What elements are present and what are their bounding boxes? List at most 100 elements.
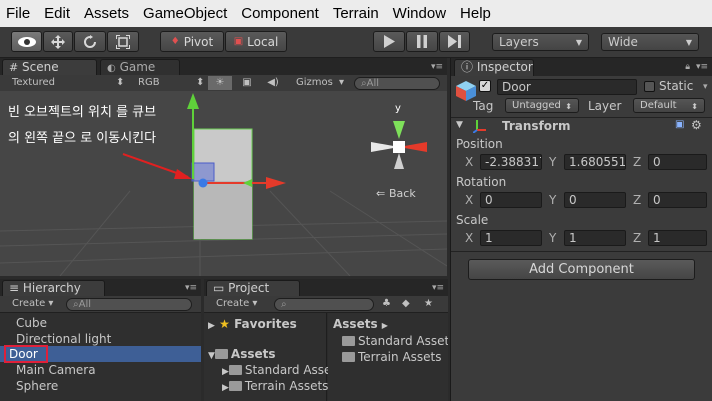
menu-help[interactable]: Help xyxy=(460,5,491,22)
hierarchy-item-main-camera[interactable]: Main Camera xyxy=(0,362,201,378)
position-z-field[interactable]: 0 xyxy=(648,154,707,170)
chevron-down-icon: ▼ xyxy=(575,38,582,47)
scale-z-field[interactable]: 1 xyxy=(648,230,707,246)
panel-menu-icon[interactable]: ▾≡ xyxy=(431,62,443,72)
tab-game-label: Game xyxy=(119,60,156,74)
chevron-down-icon[interactable]: ▾ xyxy=(703,82,708,92)
pivot-center-handle[interactable] xyxy=(198,178,208,188)
layers-dropdown[interactable]: Layers ▼ xyxy=(492,33,589,51)
play-button[interactable] xyxy=(373,31,405,52)
pivot-plane-handle[interactable] xyxy=(191,162,215,182)
gizmo-center-cube-icon[interactable] xyxy=(393,141,405,153)
menu-edit[interactable]: Edit xyxy=(44,5,70,22)
gear-icon[interactable]: ⚙ xyxy=(691,118,702,132)
gizmo-y-neg-cone-icon[interactable] xyxy=(394,153,404,169)
menu-window[interactable]: Window xyxy=(393,5,446,22)
hierarchy-item-cube[interactable]: Cube xyxy=(0,315,201,331)
tab-project[interactable]: ▭ Project xyxy=(206,280,300,297)
tree-standard-assets[interactable]: ▶ Standard Assets xyxy=(222,363,342,379)
hierarchy-toolbar: Create ▾ ⌕All xyxy=(0,296,201,313)
hierarchy-item-door[interactable]: Door xyxy=(0,345,201,363)
tree-assets-label: Assets xyxy=(230,347,276,361)
filter-by-label-icon[interactable]: ◆ xyxy=(402,297,410,311)
local-toggle[interactable]: ▣ Local xyxy=(225,31,287,52)
tab-scene[interactable]: # Scene xyxy=(2,59,97,76)
help-book-icon[interactable]: ▣ xyxy=(675,119,684,130)
chevron-right-icon: ▶ xyxy=(381,321,388,330)
position-x-field[interactable]: -2.388317 xyxy=(480,154,542,170)
tag-dropdown[interactable]: Untagged ⬍ xyxy=(505,98,579,113)
view-tool-button[interactable] xyxy=(11,31,42,52)
scale-tool-button[interactable] xyxy=(107,31,139,52)
image-toggle-icon[interactable]: ▣ xyxy=(236,76,258,90)
audio-toggle-icon[interactable]: ◀) xyxy=(262,76,284,90)
gizmo-back-label: Back xyxy=(389,187,416,200)
render-mode-dropdown[interactable]: RGB xyxy=(138,76,160,90)
lighting-toggle-icon[interactable]: ☀ xyxy=(208,76,232,90)
hierarchy-item-sphere[interactable]: Sphere xyxy=(0,378,201,394)
hierarchy-search-input[interactable]: ⌕All xyxy=(66,298,192,311)
panel-menu-icon[interactable]: ▾≡ xyxy=(432,283,444,293)
active-checkbox[interactable]: ✓ xyxy=(479,80,491,92)
transform-title[interactable]: Transform xyxy=(502,119,570,133)
layout-dropdown[interactable]: Wide ▼ xyxy=(601,33,699,51)
scale-x-label: X xyxy=(465,231,474,245)
scale-icon xyxy=(116,34,130,49)
tab-game[interactable]: ◐ Game xyxy=(100,59,180,76)
static-checkbox[interactable] xyxy=(644,81,655,92)
hierarchy-item-directional-light[interactable]: Directional light xyxy=(0,331,201,347)
project-create-button[interactable]: Create ▾ xyxy=(216,297,257,311)
tab-hierarchy[interactable]: ≡ Hierarchy xyxy=(2,280,105,297)
lock-icon[interactable]: 🔒︎ xyxy=(685,62,690,72)
menu-bar: File Edit Assets GameObject Component Te… xyxy=(0,0,712,27)
content-folder-standard-assets[interactable]: Standard Assets xyxy=(342,334,448,348)
move-tool-button[interactable] xyxy=(43,31,73,52)
inspector-tab-bar: ⓘ Inspector 🔒︎ ▾≡ xyxy=(451,58,712,76)
menu-assets[interactable]: Assets xyxy=(84,5,129,22)
menu-terrain[interactable]: Terrain xyxy=(333,5,379,22)
filter-by-type-icon[interactable]: ♣ xyxy=(382,297,391,311)
annotation-arrowhead xyxy=(174,169,192,179)
menu-gameobject[interactable]: GameObject xyxy=(143,5,227,22)
scale-y-field[interactable]: 1 xyxy=(564,230,626,246)
rotation-z-field[interactable]: 0 xyxy=(648,192,707,208)
position-y-field[interactable]: 1.680551 xyxy=(564,154,626,170)
rotation-x-field[interactable]: 0 xyxy=(480,192,542,208)
gizmos-dropdown[interactable]: Gizmos xyxy=(296,76,333,90)
project-tab-bar: ▭ Project ▾≡ xyxy=(204,279,448,297)
folder-icon xyxy=(228,381,242,391)
inspector-panel: ⓘ Inspector 🔒︎ ▾≡ ✓ Door Static ▾ Tag Un… xyxy=(450,58,712,401)
tab-inspector[interactable]: ⓘ Inspector xyxy=(454,59,534,76)
static-label: Static xyxy=(659,79,694,93)
gizmo-y-cone-icon[interactable] xyxy=(393,121,405,139)
tree-favorites[interactable]: ▶ ★ Favorites xyxy=(208,317,297,333)
menu-component[interactable]: Component xyxy=(241,5,319,22)
tree-terrain-assets[interactable]: ▶ Terrain Assets xyxy=(222,379,328,395)
content-folder-terrain-assets[interactable]: Terrain Assets xyxy=(342,350,442,364)
orientation-gizmo[interactable] xyxy=(371,121,427,169)
panel-menu-icon[interactable]: ▾≡ xyxy=(185,283,197,293)
rotation-label: Rotation xyxy=(456,175,507,189)
rotate-tool-button[interactable] xyxy=(74,31,106,52)
x-axis-arrowhead[interactable] xyxy=(266,177,286,189)
menu-file[interactable]: File xyxy=(6,5,30,22)
object-name-field[interactable]: Door xyxy=(497,79,637,95)
project-breadcrumb[interactable]: Assets ▶ xyxy=(333,317,388,333)
step-button[interactable] xyxy=(439,31,470,52)
hierarchy-create-button[interactable]: Create ▾ xyxy=(12,297,53,311)
scale-x-field[interactable]: 1 xyxy=(480,230,542,246)
rotation-y-field[interactable]: 0 xyxy=(564,192,626,208)
tree-assets[interactable]: ▼ Assets xyxy=(208,347,276,363)
shading-dropdown[interactable]: Textured xyxy=(12,76,55,90)
y-axis-arrowhead[interactable] xyxy=(187,93,199,109)
project-search-input[interactable]: ⌕ xyxy=(274,298,374,311)
pause-button[interactable] xyxy=(406,31,438,52)
add-component-button[interactable]: Add Component xyxy=(468,259,695,280)
scene-search-input[interactable]: ⌕All xyxy=(354,77,440,90)
favorite-star-icon[interactable]: ★ xyxy=(424,297,433,311)
scene-viewport[interactable]: y ⇐ Back 빈 오브젝트의 위치 를 큐브의 왼쪽 끝으 로 이동시킨다 xyxy=(0,91,447,276)
pivot-toggle[interactable]: ♦ Pivot xyxy=(160,31,224,52)
panel-menu-icon[interactable]: ▾≡ xyxy=(696,62,708,72)
layer-dropdown[interactable]: Default ⬍ xyxy=(633,98,705,113)
foldout-arrow-icon[interactable]: ▼ xyxy=(456,120,463,130)
